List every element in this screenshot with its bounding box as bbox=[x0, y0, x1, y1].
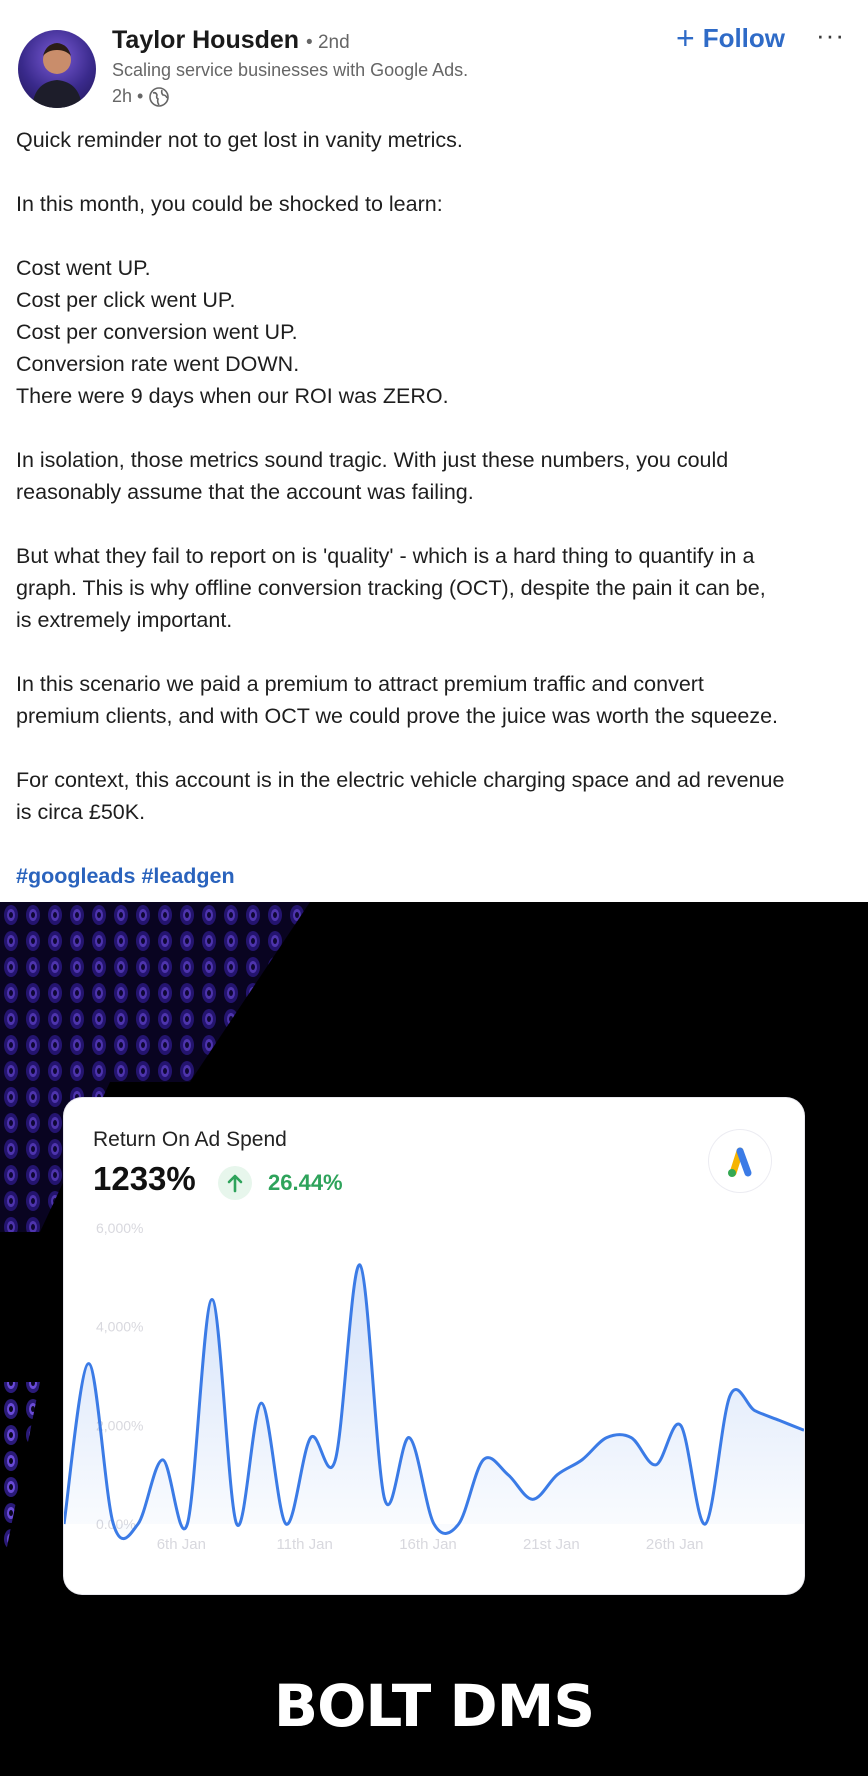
post-text-line: Conversion rate went DOWN. bbox=[16, 352, 300, 376]
post-text-line: Cost went UP. bbox=[16, 256, 151, 280]
post-header: Taylor Housden • 2nd Scaling service bus… bbox=[0, 0, 868, 120]
x-tick-label: 21st Jan bbox=[523, 1536, 580, 1553]
post-text-line: In this scenario we paid a premium to at… bbox=[16, 672, 704, 696]
author-avatar[interactable] bbox=[18, 30, 96, 108]
post-text-line: But what they fail to report on is 'qual… bbox=[16, 544, 755, 568]
author-name-text[interactable]: Taylor Housden bbox=[112, 26, 299, 54]
plus-icon: + bbox=[676, 20, 695, 56]
post-text-line: In this month, you could be shocked to l… bbox=[16, 192, 443, 216]
hashtags-link[interactable]: #googleads #leadgen bbox=[16, 860, 856, 892]
roas-card: Return On Ad Spend 1233% 26.44% 0.00%2,0… bbox=[64, 1098, 804, 1594]
post-text-line: For context, this account is in the elec… bbox=[16, 768, 785, 792]
roas-chart: 0.00%2,000%4,000%6,000%6th Jan11th Jan16… bbox=[64, 1220, 804, 1553]
x-tick-label: 6th Jan bbox=[157, 1536, 206, 1553]
y-tick-label: 2,000% bbox=[96, 1417, 143, 1433]
connection-degree: • 2nd bbox=[306, 32, 350, 53]
post-text-line: In isolation, those metrics sound tragic… bbox=[16, 448, 729, 472]
post-text-line: There were 9 days when our ROI was ZERO. bbox=[16, 384, 449, 408]
post-text-line: Cost per conversion went UP. bbox=[16, 320, 298, 344]
brand-logo: BOLT DMS bbox=[273, 1672, 595, 1740]
x-tick-label: 16th Jan bbox=[399, 1536, 457, 1553]
post-text-line: premium clients, and with OCT we could p… bbox=[16, 704, 779, 728]
author-headline: Scaling service businesses with Google A… bbox=[112, 60, 469, 80]
post-meta: 2h • bbox=[112, 86, 170, 107]
post-text-line: reasonably assume that the account was f… bbox=[16, 480, 474, 504]
x-tick-label: 26th Jan bbox=[646, 1536, 704, 1553]
post-time: 2h • bbox=[112, 86, 144, 106]
post-text-line: graph. This is why offline conversion tr… bbox=[16, 576, 766, 600]
post-text-line: is circa £50K. bbox=[16, 800, 146, 824]
globe-icon bbox=[149, 86, 170, 107]
post-text-line: Cost per click went UP. bbox=[16, 288, 236, 312]
post-text-line: Quick reminder not to get lost in vanity… bbox=[16, 128, 463, 152]
author-name[interactable]: Taylor Housden • 2nd bbox=[112, 26, 350, 55]
x-tick-label: 11th Jan bbox=[276, 1536, 332, 1553]
y-tick-label: 6,000% bbox=[96, 1220, 143, 1236]
follow-label: Follow bbox=[702, 22, 786, 53]
post-text-line: is extremely important. bbox=[16, 608, 233, 632]
post-image[interactable]: Return On Ad Spend 1233% 26.44% 0.00%2,0… bbox=[0, 902, 868, 1776]
more-options-icon[interactable]: ··· bbox=[816, 20, 845, 51]
avatar-portrait bbox=[32, 43, 82, 108]
post-body: Quick reminder not to get lost in vanity… bbox=[16, 124, 856, 892]
follow-button[interactable]: + Follow bbox=[676, 22, 785, 54]
y-tick-label: 4,000% bbox=[96, 1319, 143, 1335]
